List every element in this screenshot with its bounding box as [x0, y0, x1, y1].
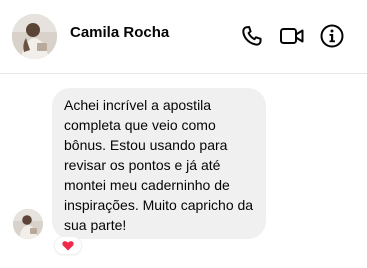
contact-avatar[interactable] [12, 14, 57, 59]
info-button[interactable] [318, 22, 346, 50]
conversation-header: Camila Rocha [0, 0, 367, 73]
message-bubble[interactable]: Achei incrível a apostila completa que v… [52, 88, 266, 239]
video-camera-icon [280, 28, 304, 44]
profile-photo-icon [13, 209, 43, 239]
profile-photo-icon [12, 14, 57, 59]
contact-name[interactable]: Camila Rocha [70, 24, 169, 41]
message-reaction[interactable] [55, 237, 81, 254]
sender-avatar[interactable] [13, 209, 43, 239]
call-button[interactable] [238, 22, 266, 50]
heart-icon [62, 241, 74, 251]
message-text: Achei incrível a apostila completa que v… [64, 97, 254, 233]
phone-icon [242, 26, 262, 46]
video-call-button[interactable] [278, 22, 306, 50]
info-icon [320, 24, 344, 48]
